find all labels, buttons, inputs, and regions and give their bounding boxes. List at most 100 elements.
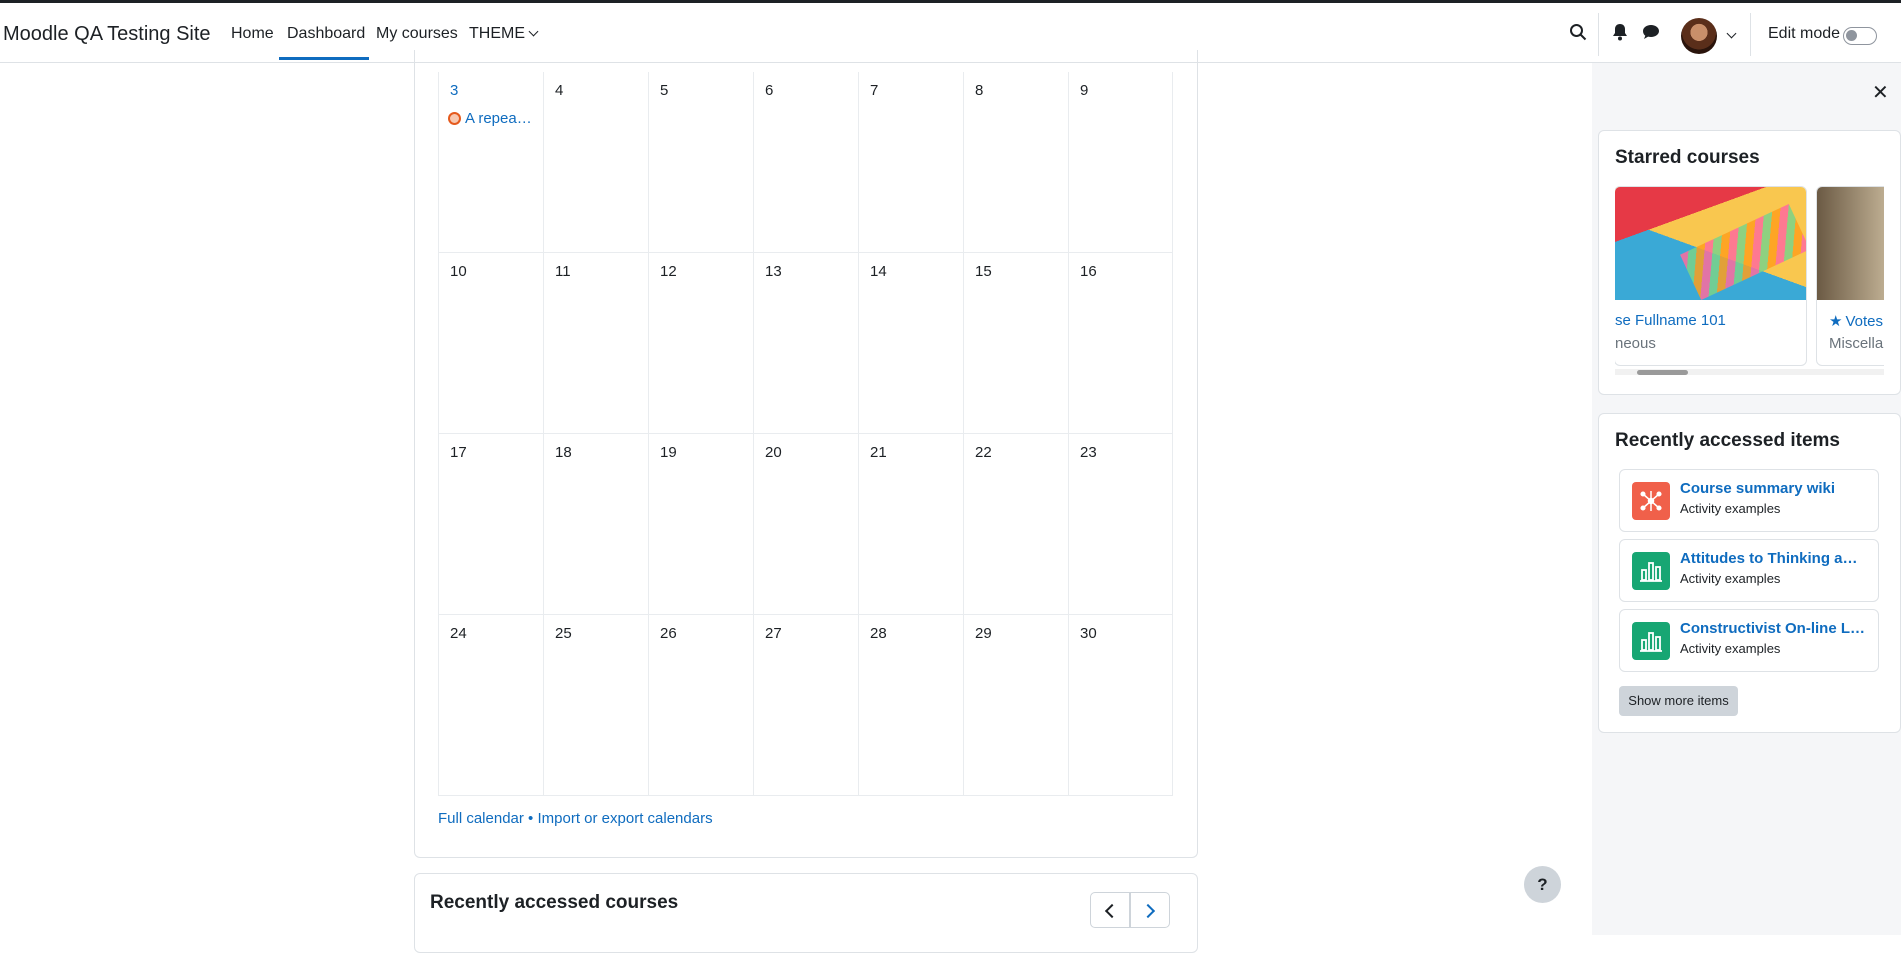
day-number: 20: [765, 444, 782, 461]
day-number: 17: [450, 444, 467, 461]
starred-courses-title: Starred courses: [1615, 147, 1760, 168]
item-name-link[interactable]: Attitudes to Thinking a…: [1680, 550, 1870, 567]
chevron-right-icon: [1140, 903, 1156, 919]
close-drawer-icon[interactable]: ✕: [1872, 80, 1889, 105]
site-name[interactable]: Moodle QA Testing Site: [3, 23, 211, 46]
calendar-day-cell[interactable]: 22: [963, 434, 1068, 615]
calendar-day-cell[interactable]: 11: [543, 253, 648, 434]
calendar-day-cell[interactable]: 27: [753, 615, 858, 796]
chat-icon[interactable]: [1642, 23, 1660, 46]
course-card[interactable]: ★ Votes Miscella: [1816, 186, 1884, 366]
event-label: A repea…: [465, 110, 532, 127]
calendar-day-cell[interactable]: 16: [1068, 253, 1173, 434]
search-icon[interactable]: [1569, 23, 1587, 46]
calendar-day-cell[interactable]: 3 A repea…: [438, 72, 543, 253]
course-name-label: Votes: [1845, 313, 1883, 330]
feedback-chart-icon: [1632, 622, 1670, 660]
calendar-week-row: 17 18 19 20 21 22 23: [438, 434, 1173, 615]
chevron-down-icon: [528, 26, 539, 37]
day-number: 29: [975, 625, 992, 642]
star-icon: ★: [1829, 313, 1843, 330]
previous-button[interactable]: [1090, 892, 1130, 928]
calendar-day-cell[interactable]: 8: [963, 72, 1068, 253]
day-number: 9: [1080, 82, 1089, 99]
calendar-day-cell[interactable]: 12: [648, 253, 753, 434]
calendar-day-cell[interactable]: 25: [543, 615, 648, 796]
calendar-day-cell[interactable]: 14: [858, 253, 963, 434]
footer-separator: •: [523, 810, 538, 827]
calendar-day-cell[interactable]: 19: [648, 434, 753, 615]
item-course: Activity examples: [1680, 641, 1781, 656]
day-number: 6: [765, 82, 774, 99]
calendar-day-cell[interactable]: 17: [438, 434, 543, 615]
course-card[interactable]: se Fullname 101 neous: [1615, 186, 1807, 366]
event-icon: [448, 112, 461, 125]
course-name-link[interactable]: ★ Votes: [1829, 312, 1883, 330]
calendar-day-cell[interactable]: 13: [753, 253, 858, 434]
import-export-link[interactable]: Import or export calendars: [537, 810, 712, 827]
calendar-day-cell[interactable]: 29: [963, 615, 1068, 796]
show-more-items-button[interactable]: Show more items: [1619, 686, 1738, 716]
recent-items-title: Recently accessed items: [1615, 430, 1840, 451]
course-category: neous: [1615, 335, 1656, 352]
full-calendar-link[interactable]: Full calendar: [438, 810, 524, 827]
nav-home[interactable]: Home: [231, 25, 274, 43]
user-avatar[interactable]: [1681, 18, 1717, 54]
wiki-icon: [1632, 482, 1670, 520]
toggle-knob: [1846, 30, 1857, 41]
nav-dashboard[interactable]: Dashboard: [287, 25, 365, 43]
next-button[interactable]: [1130, 892, 1170, 928]
help-button[interactable]: ?: [1524, 866, 1561, 903]
calendar-day-cell[interactable]: 7: [858, 72, 963, 253]
nav-my-courses[interactable]: My courses: [376, 25, 458, 43]
course-image: [1615, 187, 1806, 301]
course-name-link[interactable]: se Fullname 101: [1615, 312, 1726, 329]
scrollbar-thumb[interactable]: [1637, 370, 1688, 375]
user-menu-chevron-icon[interactable]: [1726, 28, 1737, 39]
calendar-day-cell[interactable]: 20: [753, 434, 858, 615]
calendar-day-cell[interactable]: 26: [648, 615, 753, 796]
recent-item[interactable]: Course summary wiki Activity examples: [1619, 469, 1879, 532]
item-course: Activity examples: [1680, 501, 1781, 516]
day-number: 24: [450, 625, 467, 642]
day-number[interactable]: 3: [450, 82, 458, 99]
day-number: 18: [555, 444, 572, 461]
calendar-event-link[interactable]: A repea…: [448, 110, 532, 127]
edit-mode-toggle[interactable]: [1843, 27, 1877, 45]
calendar-week-row: 3 A repea… 4 5 6 7 8 9: [438, 72, 1173, 253]
calendar-day-cell[interactable]: 21: [858, 434, 963, 615]
day-number: 26: [660, 625, 677, 642]
calendar-day-cell[interactable]: 15: [963, 253, 1068, 434]
calendar-day-cell[interactable]: 18: [543, 434, 648, 615]
recent-item[interactable]: Constructivist On-line L… Activity examp…: [1619, 609, 1879, 672]
calendar-day-cell[interactable]: 24: [438, 615, 543, 796]
navbar-divider: [1598, 13, 1599, 56]
calendar-day-cell[interactable]: 5: [648, 72, 753, 253]
calendar-day-cell[interactable]: 4: [543, 72, 648, 253]
item-name-link[interactable]: Course summary wiki: [1680, 480, 1870, 497]
calendar-grid: 3 A repea… 4 5 6 7 8 9 10 11 12 13 14 15 16 17 18 19 20 21 2…: [438, 72, 1173, 797]
calendar-week-row: 10 11 12 13 14 15 16: [438, 253, 1173, 434]
nav-theme[interactable]: THEME: [469, 25, 539, 43]
nav-theme-label: THEME: [469, 25, 525, 42]
calendar-day-cell[interactable]: 30: [1068, 615, 1173, 796]
item-name-link[interactable]: Constructivist On-line L…: [1680, 620, 1870, 637]
calendar-day-cell[interactable]: 6: [753, 72, 858, 253]
starred-courses-scroller[interactable]: se Fullname 101 neous ★ Votes Miscella: [1615, 186, 1884, 366]
day-number: 14: [870, 263, 887, 280]
calendar-day-cell[interactable]: 23: [1068, 434, 1173, 615]
day-number: 15: [975, 263, 992, 280]
recent-item[interactable]: Attitudes to Thinking a… Activity exampl…: [1619, 539, 1879, 602]
calendar-day-cell[interactable]: 28: [858, 615, 963, 796]
calendar-week-row: 24 25 26 27 28 29 30: [438, 615, 1173, 796]
edit-mode-label: Edit mode: [1768, 25, 1841, 42]
day-number: 27: [765, 625, 782, 642]
feedback-chart-icon: [1632, 552, 1670, 590]
calendar-day-cell[interactable]: 10: [438, 253, 543, 434]
calendar-day-cell[interactable]: 9: [1068, 72, 1173, 253]
day-number: 30: [1080, 625, 1097, 642]
chevron-left-icon: [1104, 903, 1120, 919]
course-category: Miscella: [1829, 335, 1884, 352]
bell-icon[interactable]: [1612, 23, 1628, 46]
day-number: 7: [870, 82, 879, 99]
